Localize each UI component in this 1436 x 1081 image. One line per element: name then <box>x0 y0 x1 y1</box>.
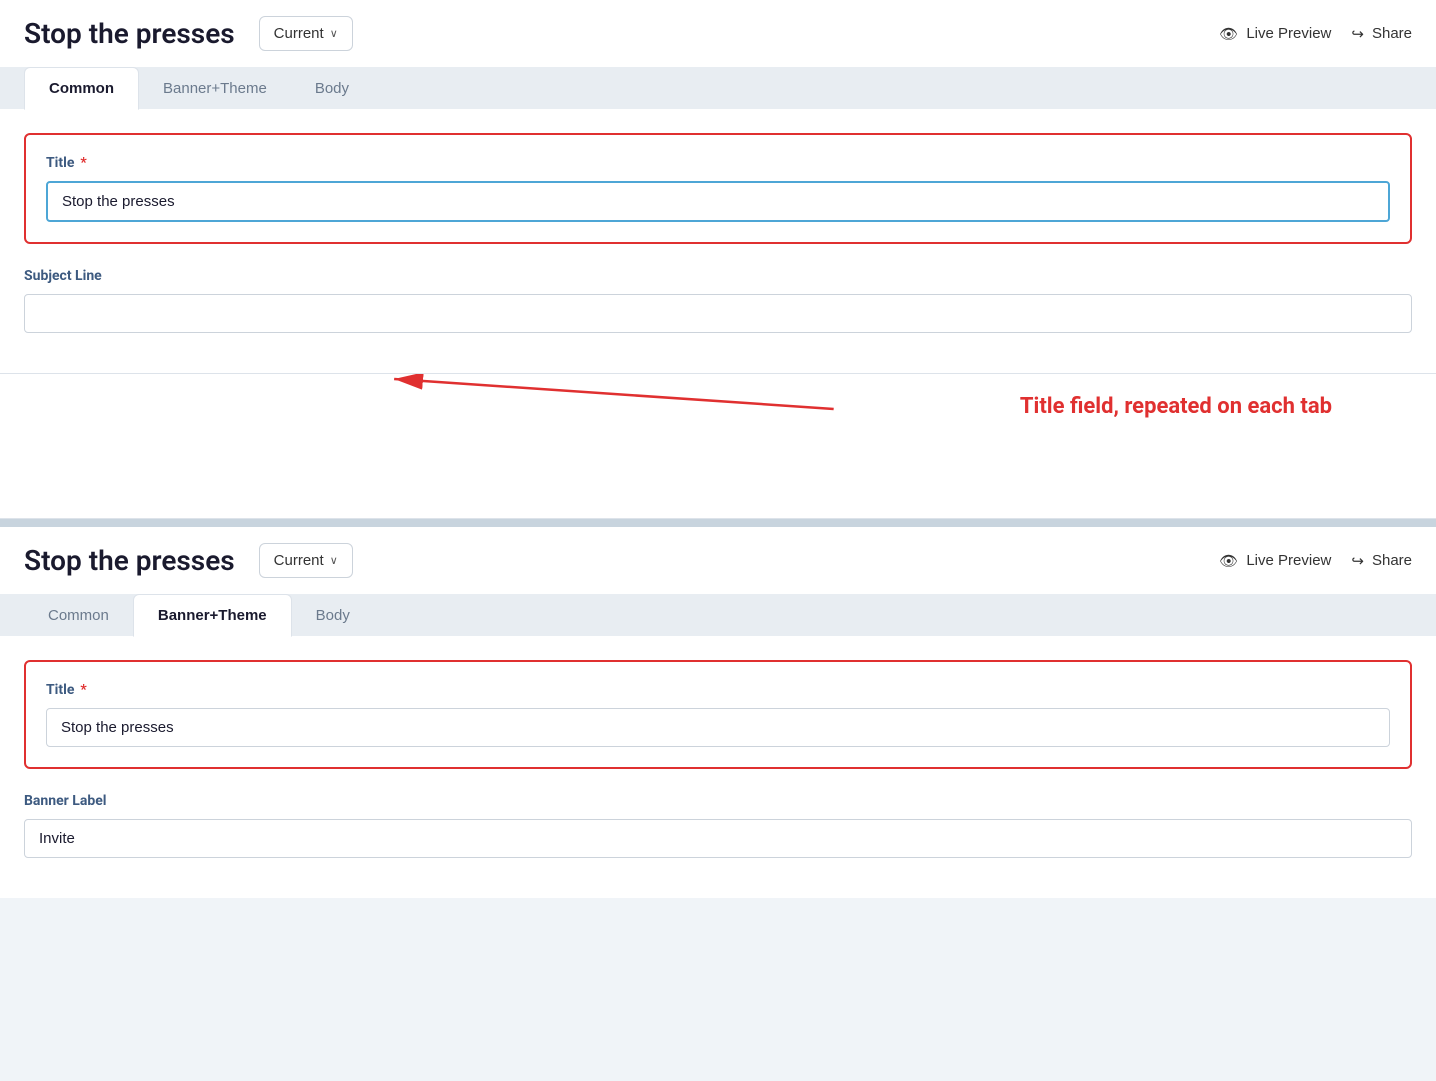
share-button-bottom[interactable]: ↪ Share <box>1351 552 1412 570</box>
version-label-top: Current <box>274 25 324 42</box>
title-input-bottom[interactable] <box>46 708 1390 747</box>
chevron-down-icon: ∨ <box>330 27 338 40</box>
share-label-bottom: Share <box>1372 552 1412 569</box>
share-label-top: Share <box>1372 25 1412 42</box>
top-content-area: Title * Subject Line <box>0 109 1436 374</box>
bottom-panel: Stop the presses Current ∨ 👁 Live Previe… <box>0 527 1436 898</box>
title-label-bottom: Title * <box>46 682 1390 698</box>
subject-label-top: Subject Line <box>24 268 1412 284</box>
chevron-down-icon-bottom: ∨ <box>330 554 338 567</box>
tab-common-bottom[interactable]: Common <box>24 595 133 636</box>
tab-banner-theme-bottom[interactable]: Banner+Theme <box>133 594 292 637</box>
live-preview-label-top: Live Preview <box>1246 25 1331 42</box>
page-title: Stop the presses <box>24 17 235 50</box>
live-preview-label-bottom: Live Preview <box>1246 552 1331 569</box>
required-star-bottom: * <box>80 682 86 698</box>
required-star-top: * <box>80 155 86 171</box>
title-input-top[interactable] <box>46 181 1390 222</box>
eye-icon-bottom: 👁 <box>1219 552 1238 570</box>
title-form-section-top: Title * <box>24 133 1412 244</box>
section-divider <box>0 519 1436 527</box>
header-actions-bottom: 👁 Live Preview ↪ Share <box>1219 552 1412 570</box>
tabs-bottom: Common Banner+Theme Body <box>0 594 1436 636</box>
top-header: Stop the presses Current ∨ 👁 Live Previe… <box>0 0 1436 67</box>
tab-banner-theme-top[interactable]: Banner+Theme <box>139 68 291 109</box>
header-actions-top: 👁 Live Preview ↪ Share <box>1219 25 1412 43</box>
eye-icon: 👁 <box>1219 25 1238 43</box>
bottom-page-title: Stop the presses <box>24 544 235 577</box>
version-label-bottom: Current <box>274 552 324 569</box>
annotation-container: Title field, repeated on each tab <box>24 374 1412 494</box>
live-preview-button-top[interactable]: 👁 Live Preview <box>1219 25 1331 43</box>
title-label-top: Title * <box>46 155 1390 171</box>
tab-common-top[interactable]: Common <box>24 67 139 110</box>
banner-label-label: Banner Label <box>24 793 1412 809</box>
annotation-area: Title field, repeated on each tab <box>0 374 1436 518</box>
annotation-text: Title field, repeated on each tab <box>1020 394 1332 419</box>
top-panel: Stop the presses Current ∨ 👁 Live Previe… <box>0 0 1436 519</box>
version-dropdown-top[interactable]: Current ∨ <box>259 16 353 51</box>
tab-body-top[interactable]: Body <box>291 68 373 109</box>
banner-label-section: Banner Label <box>24 793 1412 858</box>
subject-line-input-top[interactable] <box>24 294 1412 333</box>
share-icon-top: ↪ <box>1351 25 1364 43</box>
live-preview-button-bottom[interactable]: 👁 Live Preview <box>1219 552 1331 570</box>
version-dropdown-bottom[interactable]: Current ∨ <box>259 543 353 578</box>
share-icon-bottom: ↪ <box>1351 552 1364 570</box>
share-button-top[interactable]: ↪ Share <box>1351 25 1412 43</box>
tabs-top: Common Banner+Theme Body <box>0 67 1436 109</box>
bottom-header: Stop the presses Current ∨ 👁 Live Previe… <box>0 527 1436 594</box>
tab-body-bottom[interactable]: Body <box>292 595 374 636</box>
banner-label-input[interactable] <box>24 819 1412 858</box>
title-form-section-bottom: Title * <box>24 660 1412 769</box>
bottom-content-area: Title * Banner Label <box>0 636 1436 898</box>
annotation-arrow <box>24 374 1412 494</box>
subject-section-top: Subject Line <box>24 268 1412 333</box>
